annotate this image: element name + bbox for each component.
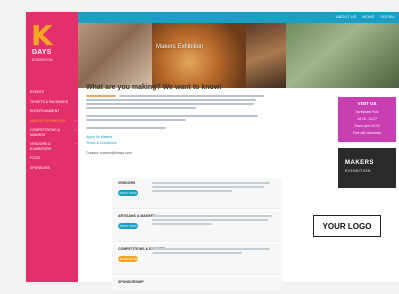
info-line: Jul 18 - Jul 27 <box>357 117 377 121</box>
card-label: VENDORS <box>118 181 136 185</box>
page-heading: What are you making? We want to know! <box>86 84 222 91</box>
sidebar-item-tickets[interactable]: TICKETS & PACKAGES <box>30 100 76 105</box>
sidebar-menu: EVENTS TICKETS & PACKAGES ENTERTAINMENT … <box>30 90 76 175</box>
text-line <box>86 103 254 105</box>
sidebar-item-food[interactable]: FOOD <box>30 156 76 161</box>
info-line: Northlands Park <box>355 110 379 114</box>
card-description <box>152 215 272 227</box>
text-line <box>119 95 264 97</box>
top-nav-news[interactable]: NEWS <box>362 14 374 20</box>
application-card: COMPETITIONS & EXHIBITS LEARN MORE <box>112 244 282 275</box>
hero-photo-crafts <box>78 23 152 88</box>
terms-link[interactable]: Terms & Conditions <box>86 141 264 145</box>
info-line: Doors open 10:00 <box>354 124 380 128</box>
hero-photo-pie <box>152 23 246 88</box>
card-description <box>152 182 272 194</box>
card-learn-button[interactable]: LEARN MORE <box>118 256 138 262</box>
card-description <box>152 248 272 256</box>
logo-tagline: EDMONTON <box>32 58 53 62</box>
hero-banner: Makers Exhibition <box>78 23 399 88</box>
sidebar-item-competitions[interactable]: COMPETITIONS & AWARDS › <box>30 127 76 137</box>
sidebar: K DAYS EDMONTON EVENTS TICKETS & PACKAGE… <box>26 12 78 282</box>
apply-link[interactable]: Apply for Makers <box>86 135 264 139</box>
makers-exhibition-promo[interactable]: MAKERS EXHIBITION <box>338 148 396 188</box>
card-apply-button[interactable]: APPLY NOW <box>118 190 138 196</box>
chevron-right-icon: › <box>74 141 76 146</box>
card-label: ARTISANS & MAKERS <box>118 214 156 218</box>
screenshot-stage: K DAYS EDMONTON EVENTS TICKETS & PACKAGE… <box>0 0 399 292</box>
top-nav: ABOUT US NEWS SOCIAL <box>336 14 395 20</box>
chevron-right-icon: › <box>74 127 76 132</box>
promo-line1: MAKERS <box>345 160 375 166</box>
text-line <box>86 115 258 117</box>
application-card: VENDORS APPLY NOW <box>112 178 282 209</box>
contact-line: Contact: makers@kdays.com <box>86 151 132 155</box>
text-line <box>86 99 256 101</box>
chevron-right-icon: › <box>74 117 76 123</box>
application-cards: VENDORS APPLY NOW ARTISANS & MAKERS APPL… <box>112 178 282 294</box>
info-line: Free with admission <box>352 131 382 135</box>
hero-photo-food <box>246 23 286 88</box>
logo-name: DAYS <box>32 49 52 56</box>
kdays-logo[interactable]: K DAYS EDMONTON <box>31 22 71 68</box>
sidebar-item-sponsors[interactable]: SPONSORS <box>30 166 76 171</box>
your-logo-text: YOUR LOGO <box>322 221 372 231</box>
card-label: SPONSORSHIP <box>118 280 144 284</box>
top-nav-social[interactable]: SOCIAL <box>380 14 395 20</box>
sidebar-item-vendors[interactable]: VENDORS & EXHIBITORS › <box>30 141 76 151</box>
top-nav-bar: ABOUT US NEWS SOCIAL <box>78 12 399 23</box>
top-nav-about[interactable]: ABOUT US <box>336 14 356 20</box>
your-logo-placeholder: YOUR LOGO <box>313 215 381 237</box>
right-column: VISIT US Northlands Park Jul 18 - Jul 27… <box>338 97 396 188</box>
text-line <box>86 127 166 129</box>
sidebar-item-events[interactable]: EVENTS <box>30 90 76 95</box>
card-apply-button[interactable]: APPLY NOW <box>118 223 138 229</box>
main-content: What are you making? We want to know! Ap… <box>86 84 264 155</box>
text-line <box>86 119 186 121</box>
hero-title: Makers Exhibition <box>156 44 204 50</box>
application-card: ARTISANS & MAKERS APPLY NOW <box>112 211 282 242</box>
promo-line2: EXHIBITION <box>345 168 371 173</box>
logo-mark: K <box>31 19 53 52</box>
hero-photo-plants <box>286 23 399 88</box>
info-box-title: VISIT US <box>357 101 377 106</box>
highlight-text <box>86 95 116 97</box>
info-box: VISIT US Northlands Park Jul 18 - Jul 27… <box>338 97 396 142</box>
sidebar-item-makers[interactable]: MAKERS EXHIBITION › <box>30 117 76 124</box>
text-line <box>86 107 196 109</box>
sidebar-item-entertainment[interactable]: ENTERTAINMENT <box>30 109 76 114</box>
